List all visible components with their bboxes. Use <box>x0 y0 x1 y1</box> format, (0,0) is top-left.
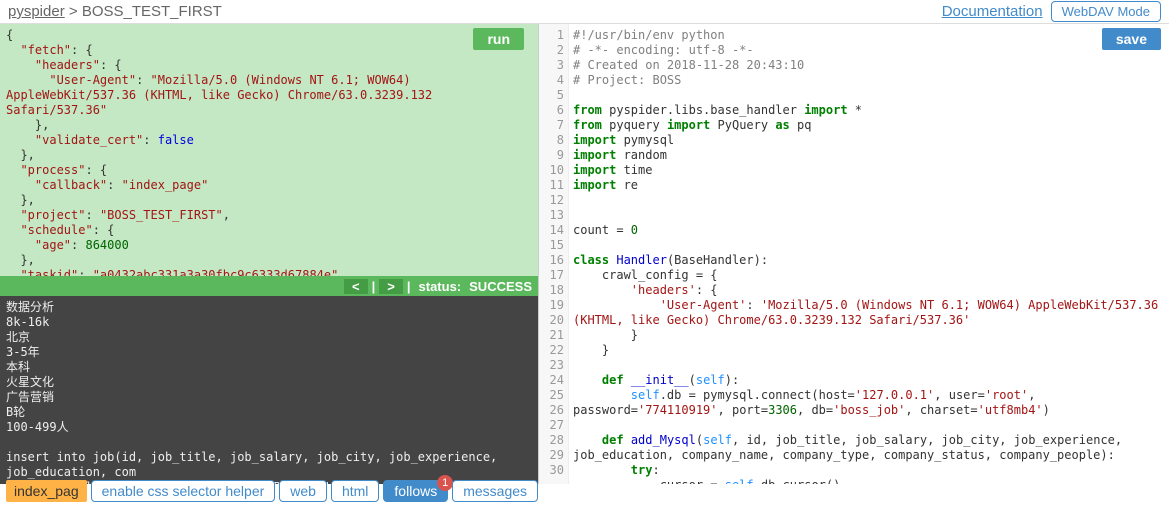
line-number-gutter: 1234567891011121314151617181920212223242… <box>539 24 569 484</box>
web-tab[interactable]: web <box>279 480 327 502</box>
top-bar: pyspider > BOSS_TEST_FIRST Documentation… <box>0 0 1169 24</box>
breadcrumb-sep: > <box>69 3 78 20</box>
request-panel[interactable]: run { "fetch": { "headers": { "User-Agen… <box>0 24 538 276</box>
run-button[interactable]: run <box>473 28 524 50</box>
top-right: Documentation WebDAV Mode <box>942 1 1161 22</box>
status-label: status: <box>419 279 462 294</box>
project-name: BOSS_TEST_FIRST <box>82 3 222 20</box>
home-link[interactable]: pyspider <box>8 3 65 20</box>
css-helper-button[interactable]: enable css selector helper <box>91 480 276 502</box>
history-nav: < | > | status: SUCCESS <box>0 276 538 296</box>
prev-button[interactable]: < <box>344 279 368 294</box>
html-tab[interactable]: html <box>331 480 379 502</box>
messages-tab[interactable]: messages <box>452 480 538 502</box>
left-column: run { "fetch": { "headers": { "User-Agen… <box>0 24 539 484</box>
nav-sep: | <box>372 279 376 294</box>
follows-badge: 1 <box>437 475 453 491</box>
documentation-link[interactable]: Documentation <box>942 3 1043 20</box>
follows-tab[interactable]: follows 1 <box>383 480 448 502</box>
status-value: SUCCESS <box>469 279 532 294</box>
right-column: save 12345678910111213141516171819202122… <box>539 24 1169 484</box>
request-json: { "fetch": { "headers": { "User-Agent": … <box>6 28 532 276</box>
follows-label: follows <box>394 483 437 499</box>
nav-sep2: | <box>407 279 411 294</box>
response-panel[interactable]: 数据分析 8k-16k 北京 3-5年 本科 火星文化 广告营销 B轮 100-… <box>0 296 538 484</box>
breadcrumb: pyspider > BOSS_TEST_FIRST <box>8 3 222 20</box>
next-button[interactable]: > <box>379 279 403 294</box>
save-button[interactable]: save <box>1102 28 1161 50</box>
index-page-tab[interactable]: index_pag <box>6 480 87 502</box>
bottom-toolbar: index_pag enable css selector helper web… <box>6 480 538 502</box>
main: run { "fetch": { "headers": { "User-Agen… <box>0 24 1169 484</box>
code-editor[interactable]: #!/usr/bin/env python# -*- encoding: utf… <box>569 24 1169 484</box>
webdav-mode-button[interactable]: WebDAV Mode <box>1051 1 1161 22</box>
